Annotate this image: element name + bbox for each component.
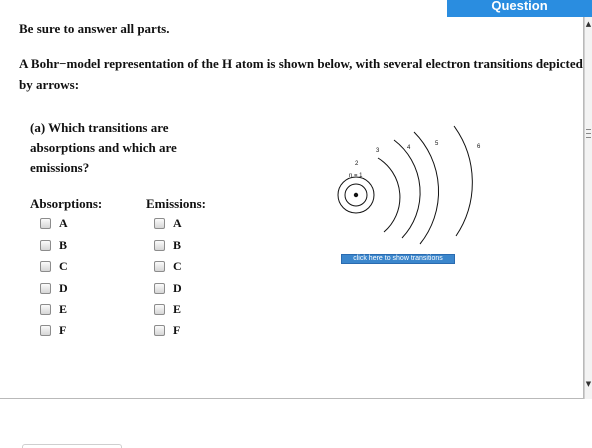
scroll-down-arrow-icon[interactable]: ▼ (585, 379, 592, 389)
question-tab[interactable]: Question (447, 0, 592, 17)
option-label: A (173, 215, 182, 230)
level-label-n5: 5 (435, 141, 439, 147)
scroll-up-arrow-icon[interactable]: ▲ (585, 19, 592, 29)
emission-checkbox-f[interactable] (154, 324, 165, 336)
level-label-n1: n = 1 (349, 173, 363, 179)
orbit-n4 (393, 139, 421, 239)
option-label: A (59, 215, 68, 230)
orbit-n6 (453, 125, 473, 237)
emission-option-a[interactable]: A (154, 213, 182, 233)
absorption-checkbox-b[interactable] (40, 239, 51, 251)
option-label: D (173, 280, 182, 295)
emission-option-c[interactable]: C (154, 256, 182, 276)
orbit-n3 (377, 157, 401, 233)
emission-option-d[interactable]: D (154, 278, 182, 298)
bohr-model-diagram: n = 1 2 3 4 5 6 (337, 125, 481, 245)
vertical-scrollbar[interactable]: ▲ ▼ (584, 17, 592, 399)
option-label: B (59, 237, 68, 252)
absorption-checkbox-c[interactable] (40, 260, 51, 272)
option-label: D (59, 280, 68, 295)
option-label: E (59, 301, 68, 316)
absorption-option-a[interactable]: A (40, 213, 68, 233)
absorption-checkbox-e[interactable] (40, 303, 51, 315)
part-a-question: (a) Which transitions are absorptions an… (30, 120, 177, 175)
emission-option-b[interactable]: B (154, 235, 181, 255)
absorption-option-c[interactable]: C (40, 256, 68, 276)
option-label: E (173, 301, 182, 316)
orbit-n5 (413, 131, 440, 245)
absorption-option-f[interactable]: F (40, 320, 66, 340)
absorptions-header: Absorptions: (30, 196, 103, 211)
question-prompt: A Bohr−model representation of the H ato… (19, 56, 583, 92)
emissions-header: Emissions: (146, 196, 206, 211)
level-label-n6: 6 (477, 144, 481, 150)
emission-option-f[interactable]: F (154, 320, 180, 340)
emission-checkbox-d[interactable] (154, 282, 165, 294)
question-page: Question ▲ ▼ Be sure to answer all parts… (0, 0, 592, 448)
absorption-option-b[interactable]: B (40, 235, 67, 255)
option-label: F (173, 322, 181, 337)
scroll-grip-icon[interactable] (586, 129, 591, 138)
absorption-checkbox-d[interactable] (40, 282, 51, 294)
emission-checkbox-e[interactable] (154, 303, 165, 315)
level-label-n3: 3 (376, 148, 380, 154)
bottom-tab[interactable] (22, 444, 122, 448)
absorption-option-e[interactable]: E (40, 299, 67, 319)
show-transitions-button[interactable]: click here to show transitions (341, 254, 455, 264)
emission-checkbox-a[interactable] (154, 217, 165, 229)
option-label: F (59, 322, 67, 337)
absorption-option-d[interactable]: D (40, 278, 68, 298)
level-label-n2: 2 (355, 161, 359, 167)
level-label-n4: 4 (407, 145, 411, 151)
absorption-checkbox-f[interactable] (40, 324, 51, 336)
emission-option-e[interactable]: E (154, 299, 181, 319)
option-label: B (173, 237, 182, 252)
option-label: C (59, 258, 68, 273)
option-label: C (173, 258, 182, 273)
instruction-text: Be sure to answer all parts. (19, 21, 170, 36)
emission-checkbox-b[interactable] (154, 239, 165, 251)
absorption-checkbox-a[interactable] (40, 217, 51, 229)
nucleus-icon (353, 192, 359, 198)
emission-checkbox-c[interactable] (154, 260, 165, 272)
